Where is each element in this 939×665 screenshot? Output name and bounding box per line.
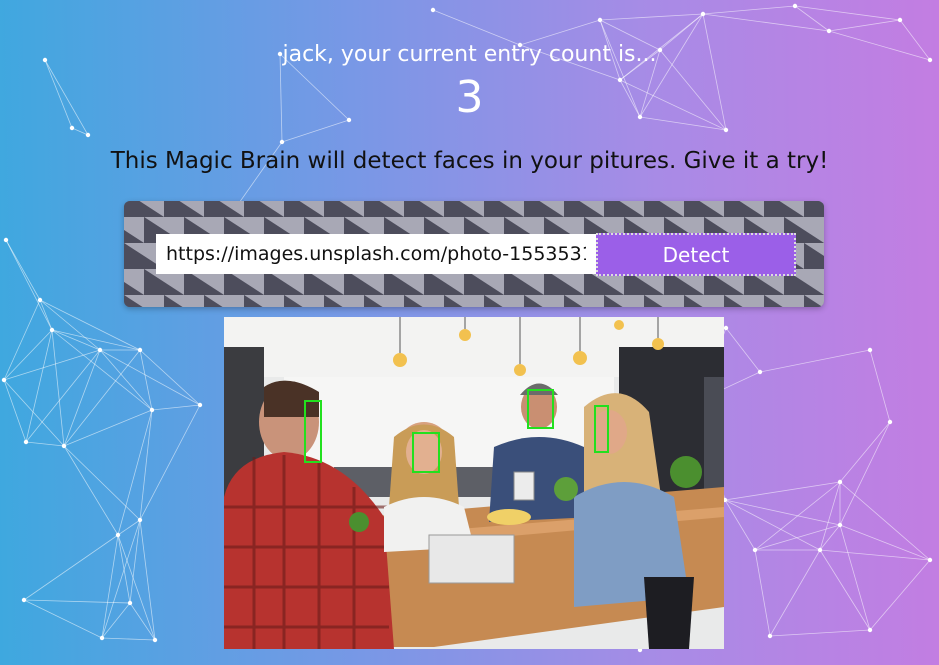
face-box-3 bbox=[527, 389, 554, 429]
face-box-2 bbox=[412, 432, 440, 473]
entry-count: 3 bbox=[455, 72, 484, 123]
image-link-form: Detect bbox=[124, 201, 824, 307]
face-box-1 bbox=[304, 400, 322, 463]
detect-button[interactable]: Detect bbox=[596, 233, 796, 276]
intro-text: This Magic Brain will detect faces in yo… bbox=[110, 148, 829, 174]
rank-message: jack, your current entry count is... bbox=[282, 42, 657, 67]
kitchen-photo bbox=[224, 317, 724, 649]
input-image bbox=[224, 317, 724, 649]
image-url-input[interactable] bbox=[156, 234, 596, 274]
face-box-4 bbox=[594, 405, 609, 453]
